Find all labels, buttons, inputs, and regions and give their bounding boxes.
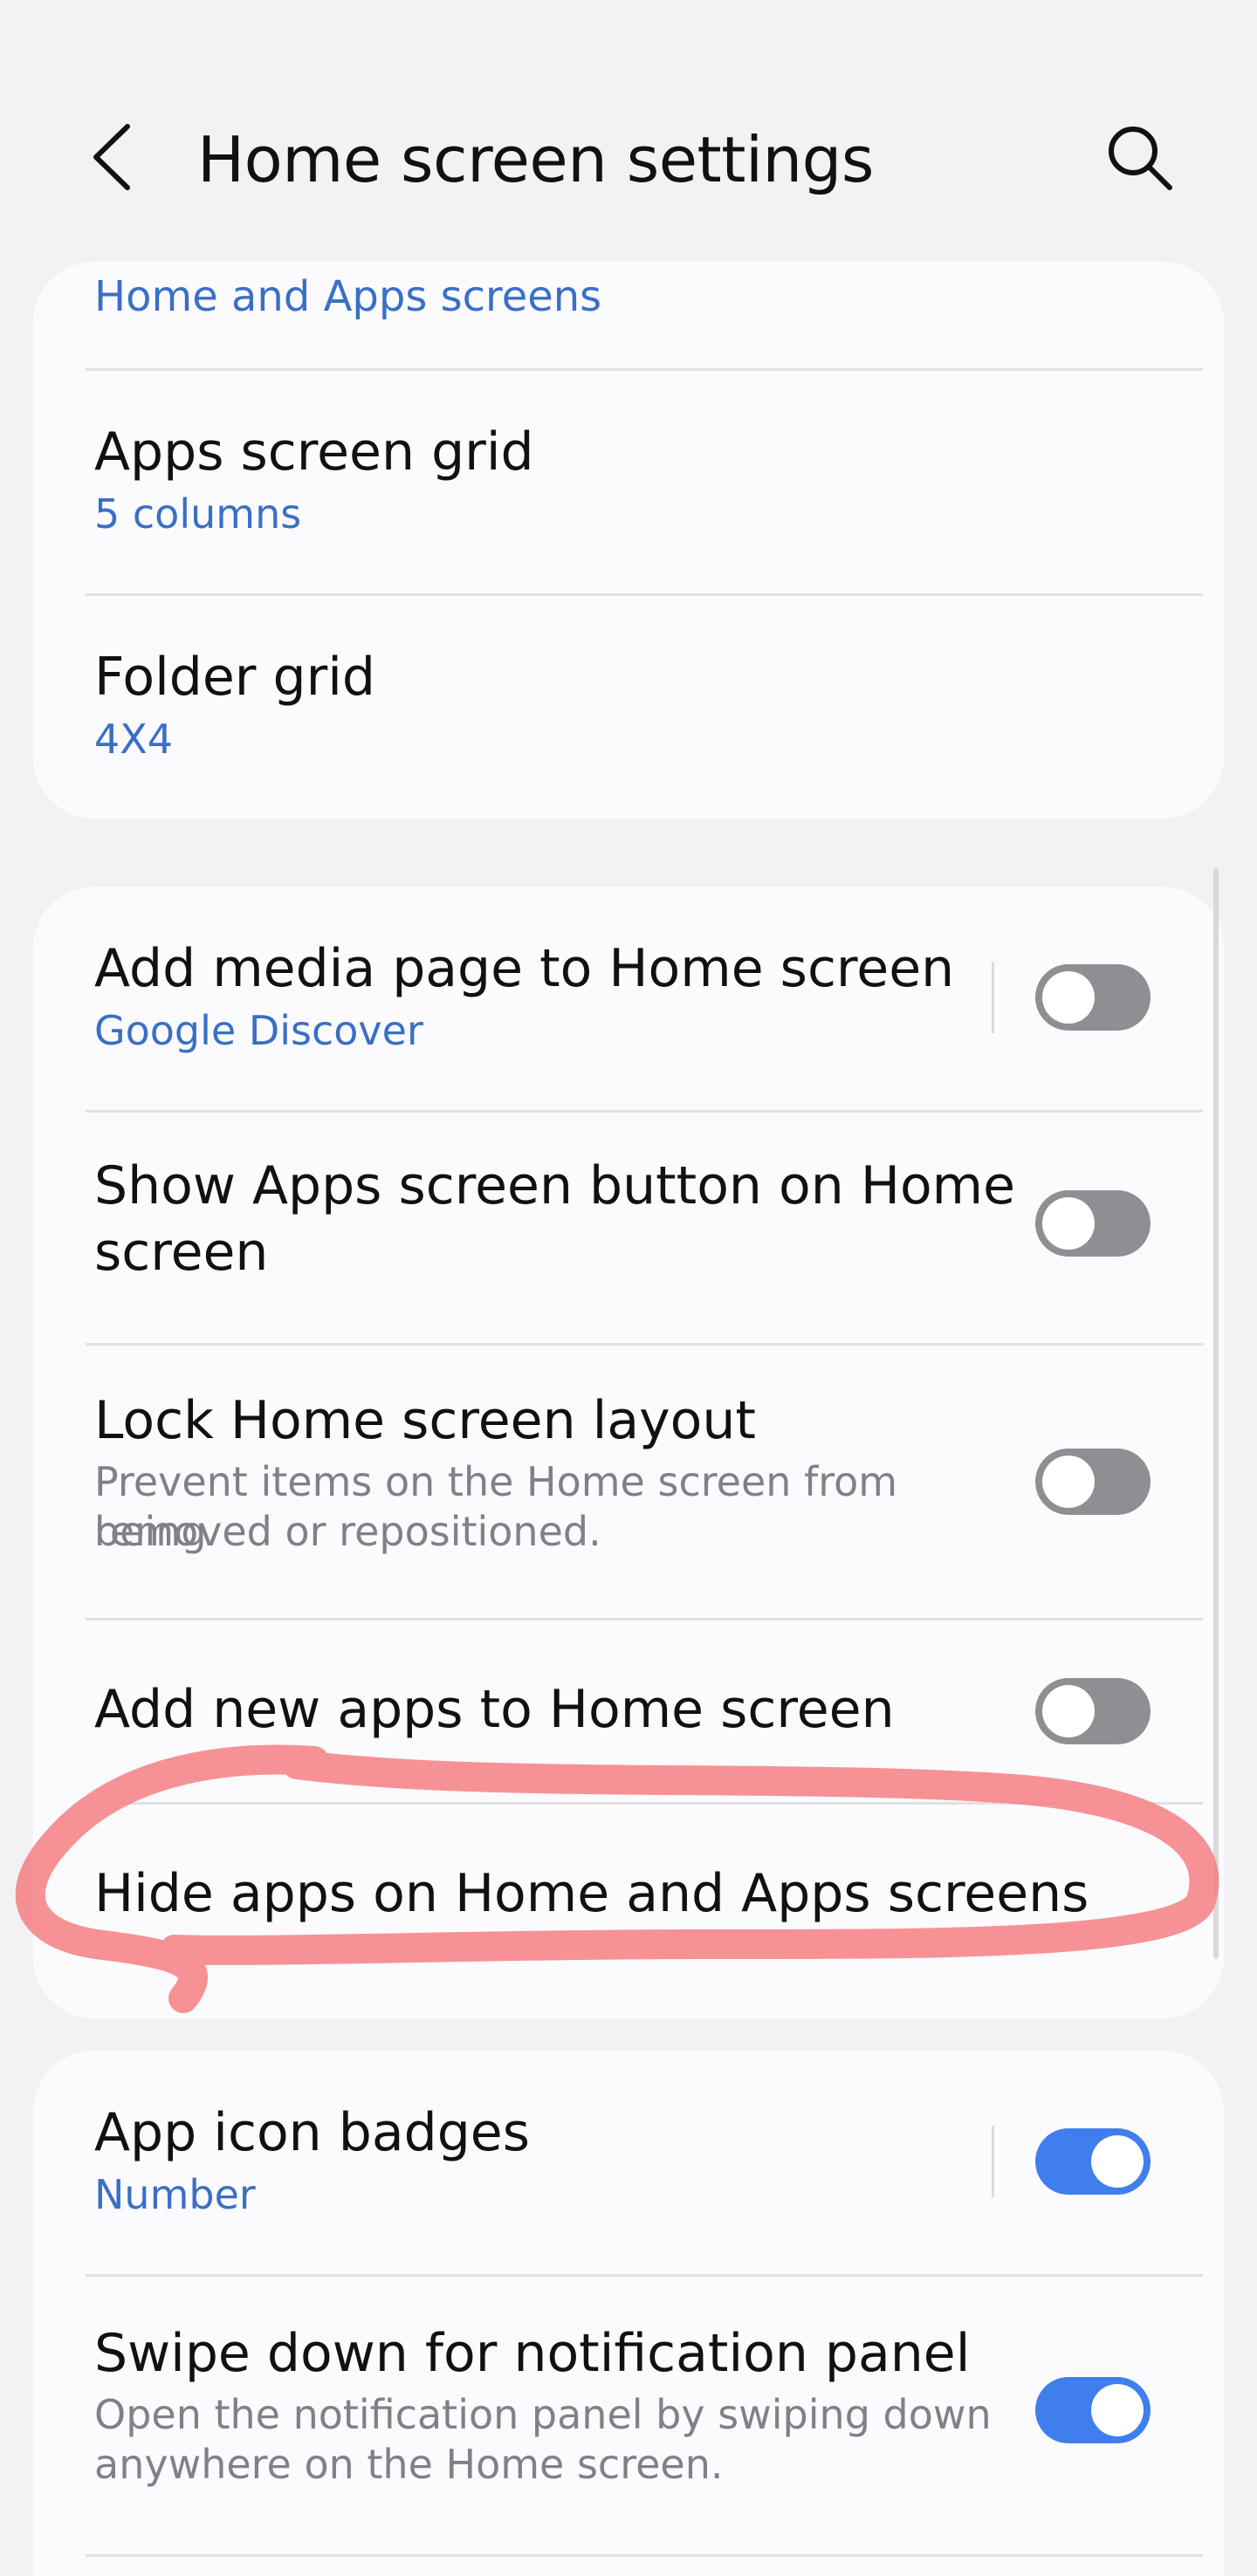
app-icon-badges-item[interactable]: App icon badges Number (33, 2051, 1224, 2274)
apps-screen-grid-item[interactable]: Apps screen grid 5 columns (33, 371, 1224, 593)
back-button[interactable] (79, 118, 148, 196)
app-icon-badges-sub: Number (94, 2171, 256, 2218)
vertical-separator (992, 2126, 994, 2197)
grid-settings-card: Home and Apps screens Apps screen grid 5… (33, 262, 1224, 819)
page-title: Home screen settings (197, 123, 874, 196)
add-new-apps-toggle[interactable] (1035, 1678, 1151, 1744)
scrollbar[interactable] (1213, 868, 1219, 1959)
show-apps-button-title-line2: screen (94, 1222, 269, 1283)
notifications-card: App icon badges Number Swipe down for no… (33, 2051, 1224, 2576)
home-screen-options-card: Add media page to Home screen Google Dis… (33, 887, 1224, 2018)
toggle-knob (1091, 2135, 1144, 2188)
swipe-down-notification-desc-line2: anywhere on the Home screen. (94, 2441, 724, 2488)
apps-screen-grid-title: Apps screen grid (94, 421, 534, 483)
home-and-apps-screens-link[interactable]: Home and Apps screens (94, 271, 601, 323)
hide-apps-title: Hide apps on Home and Apps screens (94, 1863, 1089, 1924)
lock-layout-toggle[interactable] (1035, 1449, 1151, 1515)
add-media-page-title: Add media page to Home screen (94, 938, 955, 999)
vertical-separator (992, 962, 994, 1033)
toggle-knob (1042, 1456, 1095, 1508)
add-new-apps-item[interactable]: Add new apps to Home screen (33, 1620, 1224, 1802)
add-media-page-sub: Google Discover (94, 1007, 423, 1054)
add-media-page-toggle[interactable] (1035, 964, 1151, 1031)
search-button[interactable] (1100, 118, 1178, 196)
swipe-down-notification-toggle[interactable] (1035, 2377, 1151, 2443)
add-new-apps-title: Add new apps to Home screen (94, 1679, 895, 1740)
swipe-down-notification-item[interactable]: Swipe down for notification panel Open t… (33, 2277, 1224, 2556)
apps-screen-grid-value: 5 columns (94, 490, 302, 538)
toggle-knob (1091, 2384, 1144, 2436)
app-bar: Home screen settings (0, 0, 1257, 262)
app-icon-badges-toggle[interactable] (1035, 2128, 1151, 2195)
show-apps-button-item[interactable]: Show Apps screen button on Home screen (33, 1113, 1224, 1343)
app-icon-badges-title: App icon badges (94, 2102, 530, 2163)
folder-grid-title: Folder grid (94, 647, 376, 708)
folder-grid-value: 4X4 (94, 716, 174, 763)
swipe-down-notification-title: Swipe down for notification panel (94, 2323, 971, 2384)
hide-apps-item[interactable]: Hide apps on Home and Apps screens (33, 1805, 1224, 2018)
show-apps-button-toggle[interactable] (1035, 1190, 1151, 1257)
toggle-knob (1042, 1685, 1095, 1737)
toggle-knob (1042, 971, 1095, 1024)
show-apps-button-title-line1: Show Apps screen button on Home (94, 1155, 1016, 1216)
lock-layout-desc-line2: removed or repositioned. (94, 1508, 601, 1555)
search-icon (1109, 127, 1172, 190)
divider (86, 2554, 1203, 2557)
lock-layout-title: Lock Home screen layout (94, 1390, 756, 1451)
chevron-left-icon (93, 124, 130, 190)
toggle-knob (1042, 1197, 1095, 1250)
swipe-down-notification-desc-line1: Open the notification panel by swiping d… (94, 2391, 992, 2438)
add-media-page-item[interactable]: Add media page to Home screen Google Dis… (33, 887, 1224, 1110)
lock-layout-item[interactable]: Lock Home screen layout Prevent items on… (33, 1346, 1224, 1618)
folder-grid-item[interactable]: Folder grid 4X4 (33, 596, 1224, 819)
